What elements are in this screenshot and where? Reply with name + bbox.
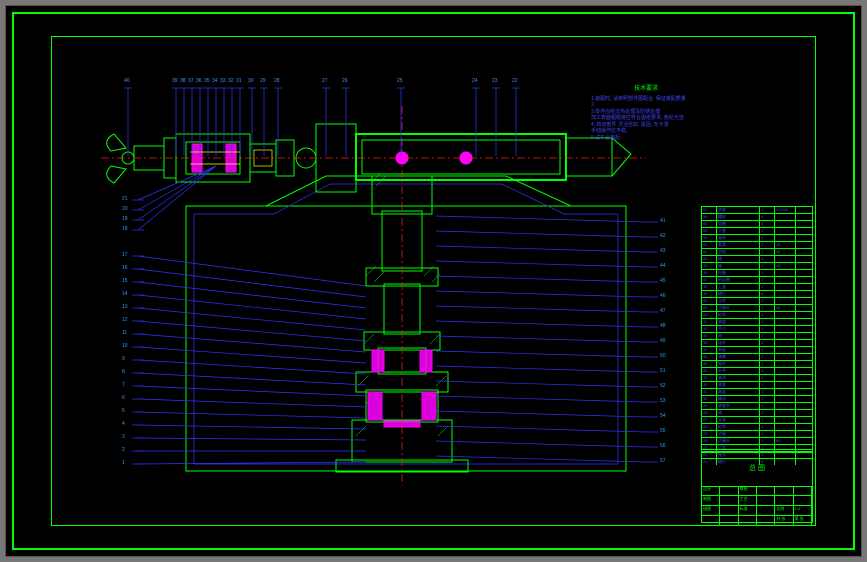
notes-line: 5.试车合格后 [591,135,701,142]
titleblock-cell [757,496,775,505]
drawing-title: 总 图 [749,463,765,473]
titleblock-cell: 描图 [702,506,720,515]
titleblock-cell [757,506,775,515]
bom-row: 38连杆2 [702,339,812,346]
titleblock-cell [702,516,720,525]
titleblock-cell: 1:2 [794,506,812,515]
bom-row: 55垫圈4 [702,220,812,227]
titleblock-cell [720,496,738,505]
bom-row: 54下盖1 [702,227,812,234]
bom-row: 40手爪1 [702,325,812,332]
bom-row: 29联轴节1 [702,402,812,409]
bom-row: 46上盖1 [702,283,812,290]
bom-row: 50键1 [702,255,812,262]
bom-row: 34外壳1 [702,367,812,374]
titleblock-cell [739,516,757,525]
titleblock-cell [757,516,775,525]
titleblock-row: 制图 工艺 [702,496,812,506]
bom-row: 44立柱1 [702,297,812,304]
bom-row: 45螺钉6 [702,290,812,297]
titleblock-cell: 第 张 [794,516,812,525]
titleblock-cell [775,486,793,495]
bom-row: 47密封圈2 [702,276,812,283]
titleblock-cell [757,486,775,495]
bom-row: 41端盖1 [702,318,812,325]
cad-canvas[interactable]: 技术要求 1.装配时, 请参照部件图配合, 保证装配质量2.3.零件应经过热处理… [5,5,862,557]
titleblock-cell: 设计 [702,486,720,495]
titleblock-cell [720,516,738,525]
titleblock-cell: 共 张 [775,516,793,525]
titleblock-cell [775,496,793,505]
technical-notes: 技术要求 1.装配时, 请参照部件图配合, 保证装配质量2.3.零件应经过热处理… [591,86,701,141]
bom-row: 35推杆1 [702,360,812,367]
titleblock-cell [794,486,812,495]
bom-row: 33轴承2 [702,374,812,381]
titleblock-cell: 审核 [739,486,757,495]
titleblock-cell: 标准 [739,506,757,515]
bom-row: 43活塞杆145 [702,304,812,311]
titleblock-cell: 比例 [775,506,793,515]
bom-row: 48挡圈1 [702,269,812,276]
bom-row: 36弹簧1 [702,353,812,360]
bom-row: 32隔套1 [702,381,812,388]
titleblock-cell [720,486,738,495]
bom-row: 31端盖1 [702,388,812,395]
title-block: 总 图 设计 审核制图 工艺描图 标准 比例1:2共 张第 张 [701,449,813,523]
cad-viewport[interactable]: 技术要求 1.装配时, 请参照部件图配合, 保证装配质量2.3.零件应经过热处理… [0,0,867,562]
bom-row: 51齿轮145 [702,248,812,255]
bom-row: 30螺母1 [702,395,812,402]
bom-row: 56螺栓4 [702,213,812,220]
titleblock-cell: 制图 [702,496,720,505]
bom-row: 49轴145 [702,262,812,269]
titleblock-cell [720,506,738,515]
bom-row: 27支架1 [702,416,812,423]
notes-line: 1.装配时, 请参照部件图配合, 保证装配质量 [591,96,701,103]
bom-row: 42缸体1 [702,311,812,318]
bom-row: 52套筒145 [702,241,812,248]
bom-row: 53轴承2 [702,234,812,241]
bom-row: 37夹板2 [702,346,812,353]
titleblock-row: 共 张第 张 [702,516,812,525]
titleblock-cell: 工艺 [739,496,757,505]
bom-row: 39销2 [702,332,812,339]
notes-body: 1.装配时, 请参照部件图配合, 保证装配质量2.3.零件应经过热处理及防锈处理… [591,96,701,142]
titleblock-cell [794,496,812,505]
notes-title: 技术要求 [591,86,701,94]
bom-table: 57底座1HT20056螺栓455垫圈454下盖153轴承252套筒14551齿… [701,206,813,453]
bom-row: 25活塞1 [702,430,812,437]
bom-row: 24活塞杆145 [702,437,812,444]
bom-row: 26缸筒1 [702,423,812,430]
bom-row: 28销1 [702,409,812,416]
titleblock-row: 描图 标准 比例1:2 [702,506,812,516]
titleblock-row: 设计 审核 [702,486,812,496]
